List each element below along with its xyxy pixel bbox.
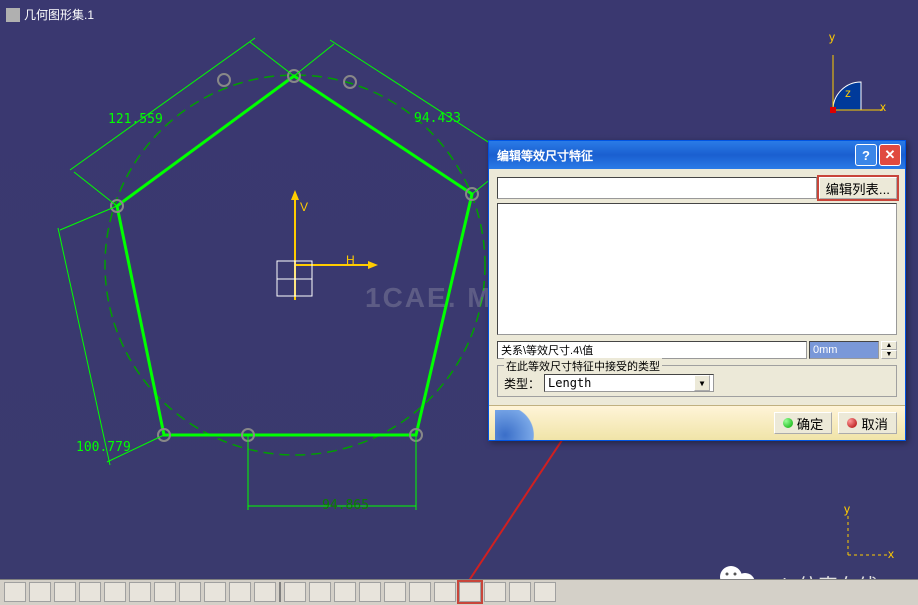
v-label: V [300,200,308,214]
tool-icon[interactable] [179,582,201,602]
tool-icon[interactable] [384,582,406,602]
tool-icon[interactable] [129,582,151,602]
tool-icon[interactable] [4,582,26,602]
tool-icon[interactable] [484,582,506,602]
tool-icon[interactable] [104,582,126,602]
compass-y: y [844,502,850,516]
bottom-toolbar [0,579,918,605]
list-panel[interactable] [497,203,897,335]
chevron-down-icon[interactable]: ▼ [694,375,710,391]
tool-icon[interactable] [409,582,431,602]
axes-widget[interactable]: y x z [798,30,888,120]
type-group: 在此等效尺寸特征中接受的类型 类型： Length ▼ [497,365,897,397]
type-selected: Length [548,376,591,390]
tool-icon[interactable] [79,582,101,602]
type-group-label: 在此等效尺寸特征中接受的类型 [504,358,662,374]
titlebar-close-button[interactable]: ✕ [879,144,901,166]
tool-icon[interactable] [154,582,176,602]
z-axis-label: z [845,86,851,100]
name-input[interactable] [497,341,807,359]
tool-icon[interactable] [334,582,356,602]
dialog-titlebar[interactable]: 编辑等效尺寸特征 ? ✕ [489,141,905,169]
compass-widget[interactable]: y x [838,505,898,565]
edit-list-button[interactable]: 编辑列表... [819,177,897,199]
tool-icon[interactable] [434,582,456,602]
dimension-d2[interactable]: 94.433 [414,111,461,126]
x-axis-label: x [880,100,886,114]
tool-icon[interactable] [254,582,276,602]
tool-icon[interactable] [359,582,381,602]
vertex-marker[interactable] [218,74,230,86]
type-label: 类型： [504,375,540,392]
tool-icon[interactable] [534,582,556,602]
ok-icon [783,418,793,428]
header-listbox[interactable] [497,177,817,199]
tool-icon[interactable] [54,582,76,602]
highlighted-tool-icon[interactable] [459,582,481,602]
dimension-d3[interactable]: 100.779 [76,440,131,455]
tool-icon[interactable] [509,582,531,602]
dialog-title: 编辑等效尺寸特征 [497,147,593,164]
titlebar-help-button[interactable]: ? [855,144,877,166]
h-label: H [346,253,355,267]
type-dropdown[interactable]: Length ▼ [544,374,714,392]
value-input[interactable] [809,341,879,359]
tool-icon[interactable] [29,582,51,602]
y-axis-label: y [829,30,835,44]
ok-button[interactable]: 确定 [774,412,833,434]
footer-graphic [495,410,545,440]
cancel-button[interactable]: 取消 [838,412,897,434]
tool-icon[interactable] [229,582,251,602]
tool-icon[interactable] [309,582,331,602]
tool-icon[interactable] [284,582,306,602]
tool-icon[interactable] [204,582,226,602]
cancel-icon [847,418,857,428]
edit-equiv-dimension-dialog: 编辑等效尺寸特征 ? ✕ 编辑列表... ▲▼ 在此等效尺寸特征中接受的类型 类… [488,140,906,441]
dimension-d4[interactable]: 94.865 [322,498,369,513]
value-spinner[interactable]: ▲▼ [881,341,897,359]
compass-x: x [888,547,894,561]
dimension-d1[interactable]: 121.559 [108,112,163,127]
toolbar-separator [279,582,281,602]
